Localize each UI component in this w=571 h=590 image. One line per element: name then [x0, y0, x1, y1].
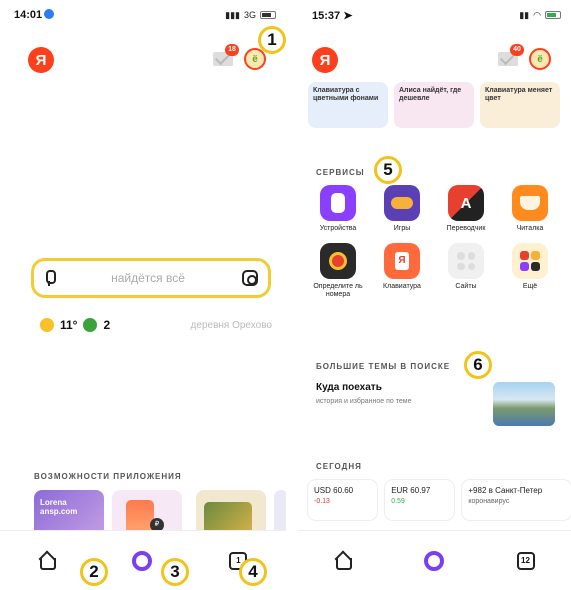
features-title: ВОЗМОЖНОСТИ ПРИЛОЖЕНИЯ — [34, 472, 182, 481]
topic-image — [493, 382, 555, 426]
left-phone-screen: 14:01 ▮▮▮ 3G Я 18 ё 1 найдётся всё 11° 2… — [0, 0, 286, 590]
alice-tab-icon[interactable] — [131, 550, 152, 571]
marker-2: 2 — [80, 558, 108, 586]
sun-icon — [40, 318, 54, 332]
marker-5: 5 — [374, 156, 402, 184]
mail-badge: 18 — [225, 44, 239, 56]
status-time: 15:37 ➤ — [312, 9, 353, 22]
service-label: Переводчик — [446, 225, 486, 232]
translate-icon: A — [448, 185, 484, 221]
service-translator[interactable]: A Переводчик — [434, 185, 498, 233]
status-indicators: ▮▮▮ 3G — [225, 10, 276, 21]
weather-temp: 11° — [60, 318, 78, 332]
hint-text: Клавиатура с цветными фонами — [313, 87, 379, 102]
status-bar: 14:01 ▮▮▮ 3G — [14, 6, 276, 24]
status-bar: 15:37 ➤ ▮▮ ◠ — [312, 6, 561, 24]
card-delta: коронавирус — [468, 498, 510, 505]
eur-rate-card[interactable]: EUR 60.97 0.59 — [385, 480, 455, 520]
today-cards: USD 60.60 -0.13 EUR 60.97 0.59 +982 в Са… — [308, 480, 571, 520]
mail-badge: 40 — [510, 44, 524, 56]
marker-1: 1 — [258, 26, 286, 54]
marker-6: 6 — [464, 351, 492, 379]
services-grid: Устройства Игры A Переводчик Читалка Опр… — [306, 185, 571, 299]
service-label: Читалка — [516, 225, 544, 232]
location-name: деревня Орехово — [190, 319, 272, 331]
card-title: +982 в Санкт-Петер — [468, 486, 543, 495]
more-icon — [512, 243, 548, 279]
hints-row: Клавиатура с цветными фонами Алиса найдё… — [308, 82, 571, 128]
phone-icon — [320, 243, 356, 279]
home-tab-icon[interactable] — [335, 553, 352, 570]
hint-text: Алиса найдёт, где дешевле — [399, 87, 462, 102]
status-indicators: ▮▮ ◠ — [519, 10, 561, 21]
search-bar[interactable]: найдётся всё — [31, 258, 271, 298]
service-label: Устройства — [319, 225, 357, 232]
marker-3: 3 — [161, 558, 189, 586]
card-delta: 0.59 — [391, 498, 405, 505]
card-delta: -0.13 — [314, 498, 330, 505]
service-caller-id[interactable]: Определите ль номера — [306, 243, 370, 299]
hint-card[interactable]: Клавиатура меняет цвет — [480, 82, 560, 128]
services-title: СЕРВИСЫ — [316, 168, 365, 177]
hint-card[interactable]: Алиса найдёт, где дешевле — [394, 82, 474, 128]
topics-title: БОЛЬШИЕ ТЕМЫ В ПОИСКЕ — [316, 362, 451, 371]
marker-4: 4 — [239, 558, 267, 586]
usd-rate-card[interactable]: USD 60.60 -0.13 — [308, 480, 378, 520]
location-arrow-icon: ➤ — [343, 9, 353, 22]
service-games[interactable]: Игры — [370, 185, 434, 233]
network-type: 3G — [243, 10, 256, 20]
yandex-logo[interactable]: Я — [28, 47, 54, 73]
service-label: Клавиатура — [383, 283, 421, 290]
signal-icon: ▮▮▮ — [225, 9, 240, 20]
card-title: USD 60.60 — [314, 486, 354, 495]
service-devices[interactable]: Устройства — [306, 185, 370, 233]
service-reader[interactable]: Читалка — [498, 185, 562, 233]
status-time: 14:01 — [14, 9, 55, 21]
service-sites[interactable]: Сайты — [434, 243, 498, 299]
book-icon — [512, 185, 548, 221]
service-more[interactable]: Ещё — [498, 243, 562, 299]
gamepad-icon — [384, 185, 420, 221]
devices-icon — [320, 185, 356, 221]
sites-icon — [448, 243, 484, 279]
home-tab-icon[interactable] — [39, 553, 56, 570]
bottom-tab-bar: 12 — [298, 530, 571, 590]
card-title: EUR 60.97 — [391, 486, 431, 495]
keyboard-icon: Я — [384, 243, 420, 279]
today-title: СЕГОДНЯ — [316, 462, 362, 471]
signal-icon: ▮▮ — [519, 9, 530, 20]
battery-icon — [545, 11, 561, 19]
air-index: 2 — [103, 318, 111, 332]
service-label: Игры — [393, 225, 411, 232]
location-dot-icon — [44, 9, 55, 19]
right-phone-screen: 15:37 ➤ ▮▮ ◠ Я 40 ё Клавиатура с цветным… — [298, 0, 571, 590]
battery-icon — [260, 11, 276, 19]
hint-card[interactable]: Клавиатура с цветными фонами — [308, 82, 388, 128]
topic-card[interactable]: Куда поехать история и избранное по теме — [308, 382, 565, 434]
weather-widget[interactable]: 11° 2 деревня Орехово — [40, 318, 272, 332]
feature-card-label: Lorena ansp.com — [40, 498, 78, 516]
service-label: Сайты — [455, 283, 477, 290]
service-label: Ещё — [522, 283, 538, 290]
service-label: Определите ль номера — [313, 283, 363, 298]
air-quality-icon — [83, 318, 98, 332]
tabs-count-icon[interactable]: 12 — [516, 551, 535, 570]
wifi-icon: ◠ — [533, 9, 541, 20]
hint-text: Клавиатура меняет цвет — [485, 87, 553, 102]
service-keyboard[interactable]: Я Клавиатура — [370, 243, 434, 299]
search-placeholder: найдётся всё — [111, 271, 185, 285]
yandex-logo[interactable]: Я — [312, 47, 338, 73]
microphone-icon[interactable] — [44, 270, 56, 286]
avatar[interactable]: ё — [529, 48, 551, 70]
alice-tab-icon[interactable] — [423, 550, 444, 571]
camera-search-icon[interactable] — [242, 270, 258, 286]
covid-card[interactable]: +982 в Санкт-Петер коронавирус — [462, 480, 571, 520]
avatar[interactable]: ё — [244, 48, 266, 70]
